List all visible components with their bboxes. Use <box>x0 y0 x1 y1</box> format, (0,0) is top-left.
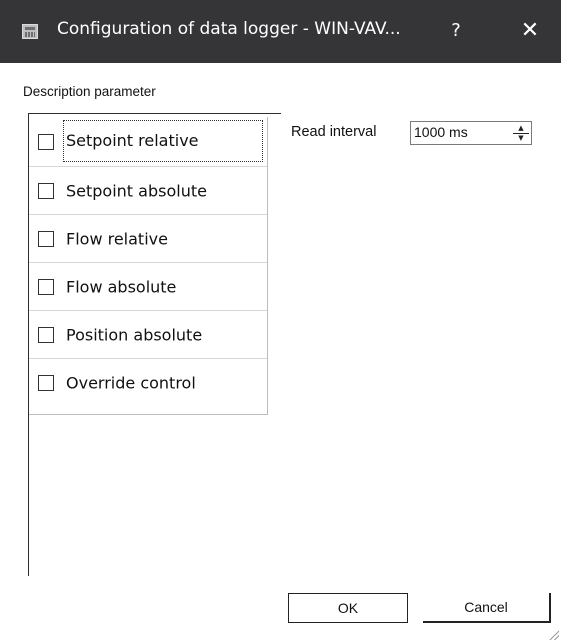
param-item-label: Setpoint relative <box>63 120 263 162</box>
spin-down-icon[interactable]: ▼ <box>513 133 529 143</box>
window-title: Configuration of data logger - WIN-VAV..… <box>57 19 401 39</box>
group-top-border <box>28 113 281 114</box>
param-item-flow-absolute[interactable]: Flow absolute <box>29 263 267 311</box>
override-control-checkbox[interactable] <box>38 375 54 391</box>
param-item-setpoint-relative[interactable]: Setpoint relative <box>29 117 267 167</box>
param-item-label: Flow relative <box>66 229 168 248</box>
setpoint-relative-checkbox[interactable] <box>38 133 54 150</box>
param-item-setpoint-absolute[interactable]: Setpoint absolute <box>29 167 267 215</box>
close-button[interactable]: ✕ <box>515 17 545 45</box>
app-icon <box>22 24 38 39</box>
cancel-button[interactable]: Cancel <box>423 593 551 623</box>
parameter-list: Setpoint relative Setpoint absolute Flow… <box>29 117 268 415</box>
spin-buttons: ▲ ▼ <box>513 124 529 142</box>
param-item-label: Setpoint absolute <box>66 181 207 200</box>
help-button[interactable]: ? <box>441 17 471 45</box>
param-item-label: Flow absolute <box>66 277 177 296</box>
param-item-flow-relative[interactable]: Flow relative <box>29 215 267 263</box>
flow-absolute-checkbox[interactable] <box>38 278 54 295</box>
read-interval-input[interactable] <box>414 124 494 140</box>
resize-grip-icon[interactable] <box>547 628 559 640</box>
param-item-override-control[interactable]: Override control <box>29 359 267 407</box>
param-item-position-absolute[interactable]: Position absolute <box>29 311 267 359</box>
read-interval-label: Read interval <box>291 124 377 140</box>
param-item-label: Override control <box>66 373 196 393</box>
position-absolute-checkbox[interactable] <box>38 326 54 343</box>
flow-relative-checkbox[interactable] <box>38 230 54 247</box>
title-bar: Configuration of data logger - WIN-VAV..… <box>0 0 561 63</box>
spin-up-icon[interactable]: ▲ <box>513 124 529 133</box>
setpoint-absolute-checkbox[interactable] <box>38 182 54 199</box>
description-parameter-label: Description parameter <box>23 84 156 99</box>
ok-button[interactable]: OK <box>288 593 408 623</box>
read-interval-spinbox[interactable]: ▲ ▼ <box>410 121 532 145</box>
param-item-label: Position absolute <box>66 325 203 344</box>
